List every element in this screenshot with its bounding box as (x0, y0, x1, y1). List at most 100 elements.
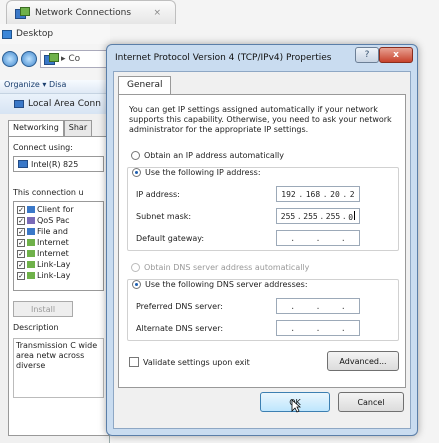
use-following-dns-label: Use the following DNS server addresses: (145, 280, 308, 289)
cancel-button[interactable]: Cancel (338, 392, 404, 412)
octet: 255 (325, 211, 341, 221)
tab-networking[interactable]: Networking (8, 120, 64, 136)
use-following-ip-option[interactable]: Use the following IP address: (132, 168, 261, 177)
octet: 255 (280, 211, 296, 221)
protocol-icon (27, 272, 35, 279)
local-area-connection-window: Local Area Conn Networking Shar Connect … (0, 94, 110, 443)
description-text: Transmission C wide area netw across div… (13, 338, 104, 398)
checkbox-checked[interactable]: ✓ (17, 260, 25, 269)
octet: 0 (348, 212, 354, 222)
ipv4-properties-dialog: Internet Protocol Version 4 (TCP/IPv4) P… (106, 44, 418, 436)
desktop-breadcrumb[interactable]: Desktop (0, 24, 110, 44)
octet: 255 (303, 211, 318, 221)
desktop-label: Desktop (16, 29, 54, 39)
ok-button[interactable]: OK (260, 392, 330, 413)
ip-address-input[interactable]: 192. 168. 20. 2 (276, 186, 360, 202)
close-button[interactable]: x (379, 47, 413, 63)
preferred-dns-label: Preferred DNS server: (136, 301, 223, 311)
back-button[interactable] (2, 51, 18, 67)
default-gateway-row: Default gateway: ... (136, 230, 360, 246)
ip-address-row: IP address: 192. 168. 20. 2 (136, 186, 360, 202)
octet: 20 (330, 189, 340, 199)
checkbox-checked[interactable]: ✓ (17, 205, 25, 214)
protocol-icon (27, 261, 35, 268)
validate-option[interactable]: Validate settings upon exit (129, 357, 250, 367)
mouse-pointer-icon (291, 399, 301, 413)
forward-button[interactable] (21, 51, 37, 67)
obtain-dns-auto-option[interactable]: Obtain DNS server address automatically (131, 263, 309, 272)
lac-tabstrip: Networking Shar (0, 120, 109, 136)
use-following-dns-radio[interactable] (132, 280, 141, 289)
alternate-dns-input[interactable]: ... (276, 320, 360, 336)
validate-checkbox[interactable] (129, 357, 139, 367)
obtain-dns-auto-radio[interactable] (131, 263, 140, 272)
checkbox-checked[interactable]: ✓ (17, 227, 25, 236)
address-bar[interactable]: ▸ Co (40, 50, 110, 68)
default-gateway-input[interactable]: ... (276, 230, 360, 246)
help-button[interactable]: ? (355, 47, 379, 63)
preferred-dns-input[interactable]: ... (276, 298, 360, 314)
subnet-mask-input[interactable]: 255. 255. 255. 0 (276, 208, 360, 224)
description-label: Description (13, 323, 59, 332)
file-share-icon (27, 228, 35, 235)
general-panel: You can get IP settings assigned automat… (118, 94, 406, 388)
organize-toolbar[interactable]: Organize ▾ Disa (0, 80, 110, 94)
desktop-icon (2, 29, 12, 39)
lac-panel: Connect using: Intel(R) 825 This connect… (8, 136, 109, 436)
use-following-ip-label: Use the following IP address: (145, 168, 261, 177)
lac-titlebar: Local Area Conn (0, 94, 109, 114)
ip-address-group: Use the following IP address: IP address… (127, 167, 399, 251)
explorer-nav-bar: ▸ Co (0, 46, 110, 72)
dialog-tabstrip: General (114, 72, 410, 94)
obtain-ip-auto-label: Obtain an IP address automatically (144, 151, 285, 160)
list-item[interactable]: ✓ Client for (17, 204, 100, 215)
adapter-field: Intel(R) 825 (13, 156, 104, 172)
install-button[interactable]: Install (13, 301, 73, 317)
obtain-ip-auto-option[interactable]: Obtain an IP address automatically (131, 151, 284, 160)
tab-general[interactable]: General (118, 76, 172, 94)
item-label: Client for (37, 205, 74, 214)
protocol-icon (27, 239, 35, 246)
list-item[interactable]: ✓ Link-Lay (17, 270, 100, 281)
tab-close-icon[interactable]: × (153, 8, 161, 18)
list-item[interactable]: ✓ Link-Lay (17, 259, 100, 270)
list-item[interactable]: ✓ File and (17, 226, 100, 237)
octet: 168 (305, 189, 321, 199)
dialog-title: Internet Protocol Version 4 (TCP/IPv4) P… (115, 53, 332, 63)
obtain-dns-auto-label: Obtain DNS server address automatically (144, 263, 310, 272)
list-item[interactable]: ✓ QoS Pac (17, 215, 100, 226)
use-following-dns-option[interactable]: Use the following DNS server addresses: (132, 280, 308, 289)
network-connections-icon (15, 6, 30, 19)
checkbox-checked[interactable]: ✓ (17, 216, 25, 225)
adapter-name: Intel(R) 825 (31, 159, 79, 169)
item-label: File and (37, 227, 68, 236)
list-item[interactable]: ✓ Internet (17, 248, 100, 259)
dns-group: Use the following DNS server addresses: … (127, 279, 399, 341)
alternate-dns-row: Alternate DNS server: ... (136, 320, 360, 336)
validate-label: Validate settings upon exit (143, 357, 250, 367)
checkbox-checked[interactable]: ✓ (17, 249, 25, 258)
item-label: Internet (37, 249, 69, 258)
protocol-icon (27, 250, 35, 257)
browser-tab-network-connections[interactable]: Network Connections × (6, 0, 176, 24)
octet: 192 (281, 189, 296, 199)
obtain-ip-auto-radio[interactable] (131, 151, 140, 160)
checkbox-checked[interactable]: ✓ (17, 238, 25, 247)
ip-address-label: IP address: (136, 189, 180, 199)
qos-icon (27, 217, 35, 224)
preferred-dns-row: Preferred DNS server: ... (136, 298, 360, 314)
adapter-icon (14, 100, 24, 108)
advanced-button[interactable]: Advanced... (327, 351, 399, 371)
connection-uses-label: This connection u (13, 188, 84, 197)
intro-text: You can get IP settings assigned automat… (129, 105, 392, 134)
client-icon (27, 206, 35, 213)
use-following-ip-radio[interactable] (132, 168, 141, 177)
tab-sharing[interactable]: Shar (63, 120, 93, 136)
checkbox-checked[interactable]: ✓ (17, 271, 25, 280)
dialog-body: General You can get IP settings assigned… (113, 71, 411, 429)
subnet-mask-row: Subnet mask: 255. 255. 255. 0 (136, 208, 360, 224)
text-cursor (354, 210, 356, 220)
list-item[interactable]: ✓ Internet (17, 237, 100, 248)
tab-title: Network Connections (35, 7, 132, 18)
nic-icon (18, 160, 28, 168)
